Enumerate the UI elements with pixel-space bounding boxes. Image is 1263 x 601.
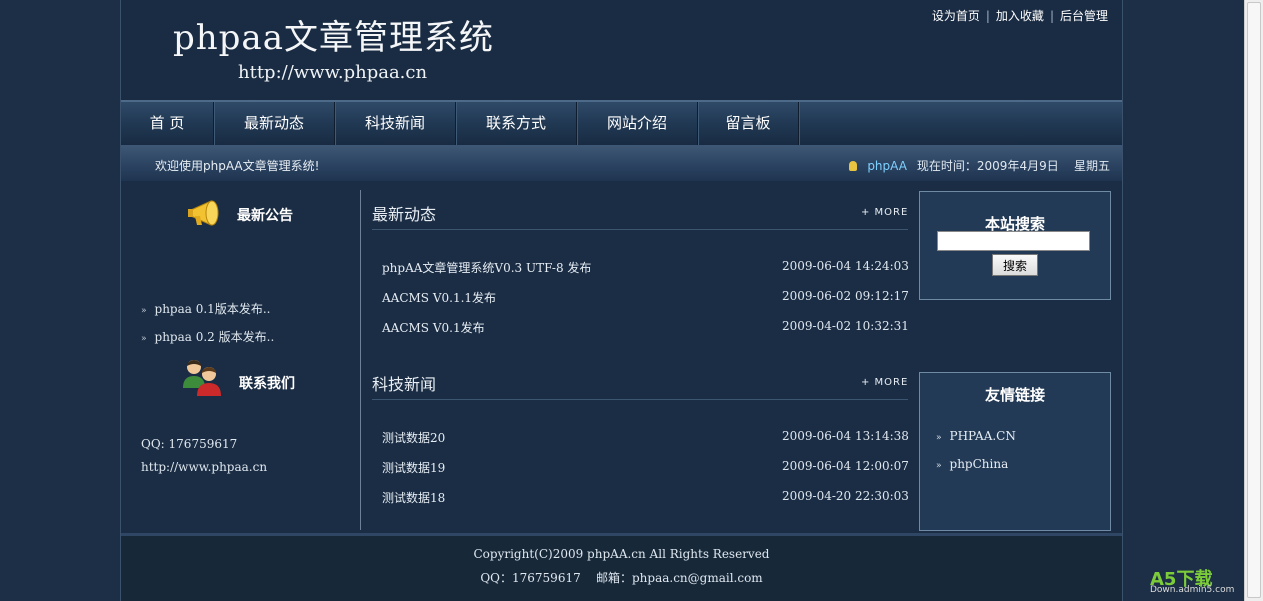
add-favorite-link[interactable]: 加入收藏 (996, 9, 1044, 23)
top-links: 设为首页 | 加入收藏 | 后台管理 (931, 9, 1108, 23)
bulb-icon (849, 161, 858, 171)
nav-item-latest[interactable]: 最新动态 (214, 102, 335, 145)
welcome-text: 欢迎使用phpAA文章管理系统! (155, 159, 320, 173)
contact-url[interactable]: http://www.phpaa.cn (141, 460, 267, 474)
search-button[interactable]: 搜索 (992, 254, 1038, 276)
news-row-title[interactable]: phpAA文章管理系统V0.3 UTF-8 发布 (382, 259, 591, 276)
page-container: phpaa文章管理系统 http://www.phpaa.cn 设为首页 | 加入收… (120, 0, 1123, 601)
nav-item-about[interactable]: 网站介绍 (577, 102, 698, 145)
weekday: 星期五 (1073, 159, 1110, 173)
welcome-status: phpAA 现在时间：2009年4月9日 星期五 (849, 157, 1110, 174)
news-row-title[interactable]: AACMS V0.1发布 (382, 319, 485, 336)
current-time: 现在时间：2009年4月9日 (916, 159, 1059, 173)
friend-link[interactable]: » phpChina (936, 457, 1008, 471)
news-row-date: 2009-06-04 13:14:38 (782, 429, 909, 443)
site-footer: Copyright(C)2009 phpAA.cn All Rights Res… (121, 536, 1122, 601)
contact-title: 联系我们 (239, 376, 295, 392)
news-row-date: 2009-06-04 14:24:03 (782, 259, 909, 273)
welcome-bar: 欢迎使用phpAA文章管理系统! phpAA 现在时间：2009年4月9日 星期五 (121, 145, 1122, 181)
nav-item-home[interactable]: 首 页 (121, 102, 214, 145)
news-row-date: 2009-04-02 10:32:31 (782, 319, 909, 333)
tech-section-title: 科技新闻 (372, 375, 437, 394)
news-row-title[interactable]: 测试数据18 (382, 489, 445, 506)
news-row-date: 2009-06-02 09:12:17 (782, 289, 909, 303)
column-divider (360, 190, 361, 530)
tech-more-link[interactable]: + MORE (861, 377, 908, 388)
search-box: 本站搜索 搜索 (919, 191, 1111, 300)
watermark-site: Down.admin5.com (1150, 585, 1235, 595)
site-logo-title: phpaa文章管理系统 (173, 18, 494, 58)
latest-section-title: 最新动态 (372, 205, 437, 224)
site-header: phpaa文章管理系统 http://www.phpaa.cn 设为首页 | 加入收… (121, 0, 1122, 100)
news-row-date: 2009-06-04 12:00:07 (782, 459, 909, 473)
scrollbar-thumb[interactable] (1247, 2, 1261, 598)
contact-qq: QQ: 176759617 (141, 437, 238, 451)
friend-link[interactable]: » PHPAA.CN (936, 429, 1016, 443)
latest-more-link[interactable]: + MORE (861, 207, 908, 218)
site-logo-url: http://www.phpaa.cn (238, 62, 428, 83)
announce-title: 最新公告 (237, 208, 293, 224)
contact-people-icon (183, 360, 221, 396)
set-homepage-link[interactable]: 设为首页 (932, 9, 980, 23)
nav-item-guestbook[interactable]: 留言板 (698, 102, 799, 145)
search-input[interactable] (937, 231, 1090, 251)
friend-links-title: 友情链接 (984, 386, 1045, 404)
megaphone-icon (188, 200, 219, 226)
main-nav: 首 页 最新动态 科技新闻 联系方式 网站介绍 留言板 (121, 100, 1122, 145)
friend-links-box: 友情链接 » PHPAA.CN » phpChina (919, 372, 1111, 531)
news-row-date: 2009-04-20 22:30:03 (782, 489, 909, 503)
announce-item[interactable]: » phpaa 0.1版本发布.. (141, 300, 270, 317)
news-row-title[interactable]: 测试数据19 (382, 459, 445, 476)
news-row-title[interactable]: AACMS V0.1.1发布 (382, 289, 496, 306)
nav-item-contact[interactable]: 联系方式 (456, 102, 577, 145)
user-link[interactable]: phpAA (867, 159, 907, 173)
footer-copyright: Copyright(C)2009 phpAA.cn All Rights Res… (473, 547, 770, 561)
footer-contact: QQ：176759617 邮箱：phpaa.cn@gmail.com (480, 571, 763, 585)
nav-item-tech-news[interactable]: 科技新闻 (335, 102, 456, 145)
vertical-scrollbar[interactable] (1244, 0, 1263, 601)
tech-underline (372, 399, 908, 400)
admin-link[interactable]: 后台管理 (1060, 9, 1108, 23)
announce-item[interactable]: » phpaa 0.2 版本发布.. (141, 328, 274, 345)
latest-underline (372, 229, 908, 230)
news-row-title[interactable]: 测试数据20 (382, 429, 445, 446)
